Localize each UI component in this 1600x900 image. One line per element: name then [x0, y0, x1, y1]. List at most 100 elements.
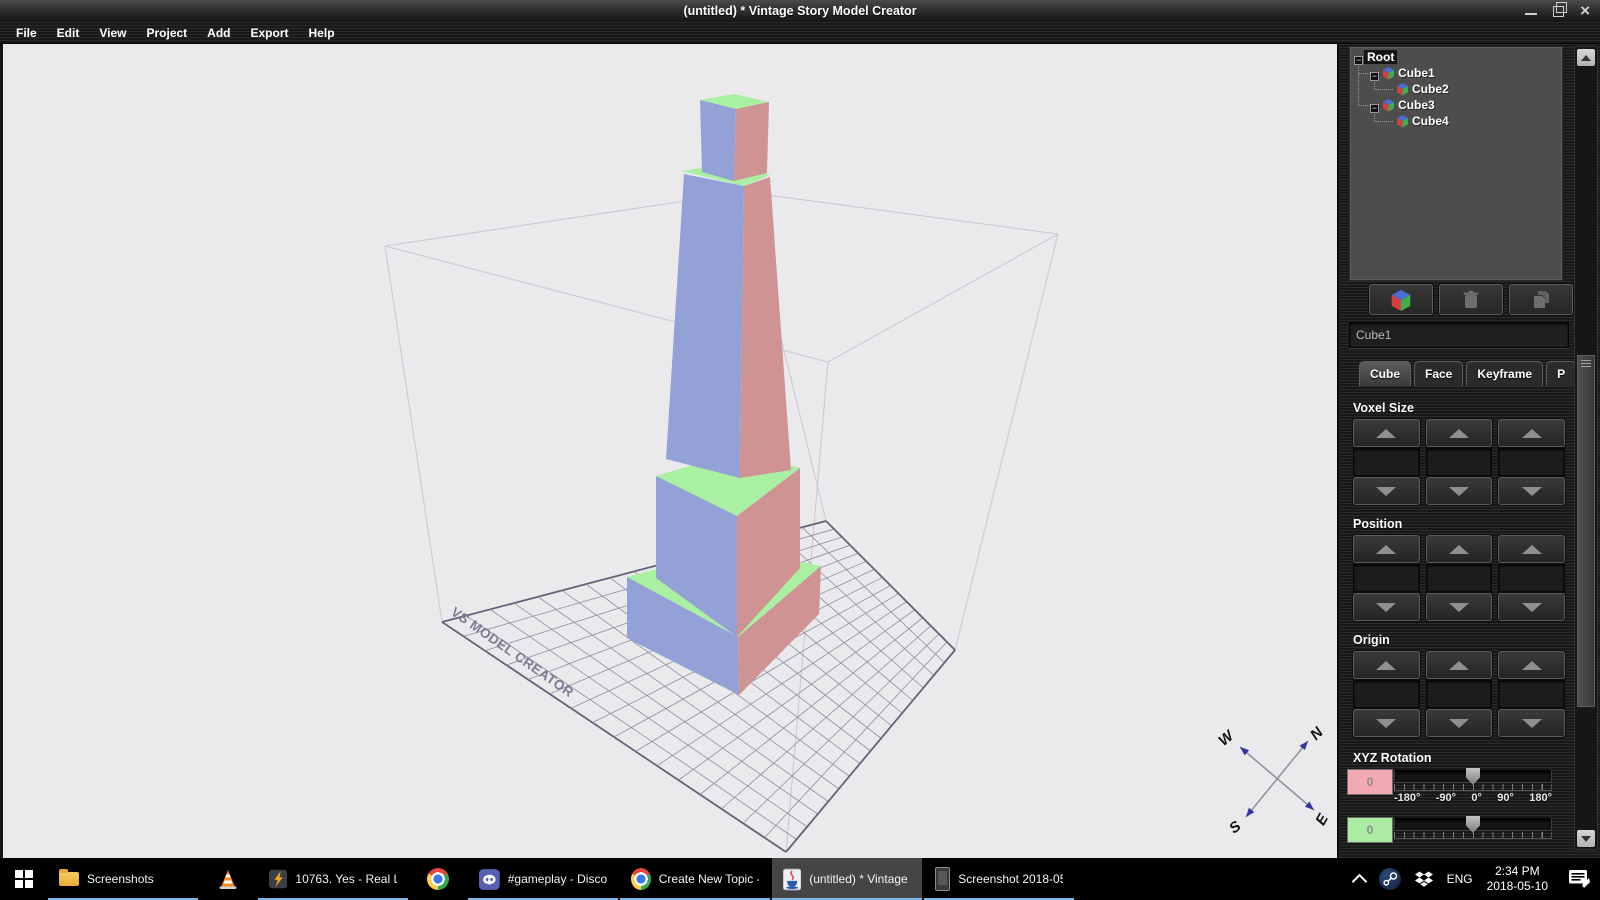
origin-z-down-button[interactable] [1498, 709, 1565, 737]
voxel-x-field[interactable] [1353, 448, 1420, 476]
close-icon: × [1580, 1, 1590, 21]
tab-keyframe[interactable]: Keyframe [1466, 361, 1543, 386]
rotation-x-row: -180° -90° 0° 90° 180° [1339, 769, 1600, 816]
voxel-size-controls [1353, 419, 1565, 505]
winamp-icon [269, 868, 287, 890]
voxel-z-up-button[interactable] [1498, 419, 1565, 447]
scroll-up-button[interactable] [1577, 49, 1595, 66]
menu-view[interactable]: View [89, 22, 136, 44]
tab-cube[interactable]: Cube [1359, 361, 1411, 386]
position-z-up-button[interactable] [1498, 535, 1565, 563]
slider-thumb[interactable] [1466, 768, 1480, 785]
tray-expand-icon[interactable] [1351, 873, 1367, 889]
scroll-down-button[interactable] [1577, 830, 1595, 847]
close-button[interactable]: × [1580, 1, 1590, 21]
delete-button[interactable] [1439, 284, 1503, 315]
tree-item-root[interactable]: Root [1364, 49, 1397, 65]
duplicate-button[interactable] [1509, 284, 1573, 315]
slider-thumb[interactable] [1466, 816, 1480, 833]
element-tree: Root − Cube1 − Cube2 Cube3 − Cube4 [1349, 46, 1563, 281]
position-z-field[interactable] [1498, 564, 1565, 592]
tree-item-cube2[interactable]: Cube2 [1396, 81, 1452, 97]
compass-letter: E [1312, 810, 1332, 828]
panel-scrollbar[interactable] [1574, 46, 1598, 850]
viewport-3d[interactable]: VS MODEL CREATORWNSE [3, 44, 1337, 858]
up-arrow-icon [1581, 55, 1591, 61]
position-x-up-button[interactable] [1353, 535, 1420, 563]
trash-icon [1462, 290, 1480, 310]
tree-connector [1375, 121, 1393, 123]
tree-connector [1375, 89, 1393, 91]
voxel-z-down-button[interactable] [1498, 477, 1565, 505]
voxel-z-field[interactable] [1498, 448, 1565, 476]
origin-y-field[interactable] [1426, 680, 1493, 708]
tree-item-cube4[interactable]: Cube4 [1396, 113, 1452, 129]
dropbox-icon[interactable] [1415, 871, 1433, 888]
tree-item-cube3[interactable]: Cube3 [1382, 97, 1438, 113]
origin-y-down-button[interactable] [1426, 709, 1493, 737]
position-z-down-button[interactable] [1498, 593, 1565, 621]
restore-button[interactable] [1553, 6, 1564, 17]
windows-logo-icon [15, 870, 33, 888]
rotation-x-field[interactable] [1347, 769, 1393, 795]
minimize-button[interactable] [1525, 7, 1537, 15]
position-y-up-button[interactable] [1426, 535, 1493, 563]
rotation-x-slider[interactable]: -180° -90° 0° 90° 180° [1394, 770, 1552, 804]
origin-x-up-button[interactable] [1353, 651, 1420, 679]
down-arrow-icon [1449, 487, 1469, 496]
taskbar-clock[interactable]: 2:34 PM 2018-05-10 [1487, 864, 1548, 894]
tree-expander[interactable]: − [1354, 56, 1363, 65]
taskbar-item-model-creator[interactable]: (untitled) * Vintage ... [772, 858, 922, 900]
origin-z-up-button[interactable] [1498, 651, 1565, 679]
action-center-icon[interactable] [1568, 869, 1590, 889]
start-button[interactable] [0, 858, 48, 900]
rotation-y-slider[interactable] [1394, 818, 1552, 839]
compass-letter: N [1307, 723, 1328, 744]
taskbar-item-winamp[interactable]: 10763. Yes - Real Lo... [258, 858, 408, 900]
voxel-y-up-button[interactable] [1426, 419, 1493, 447]
language-indicator[interactable]: ENG [1447, 872, 1473, 886]
taskbar-item-discord[interactable]: #gameplay - Discord [468, 858, 618, 900]
position-y-down-button[interactable] [1426, 593, 1493, 621]
down-arrow-icon [1376, 487, 1396, 496]
voxel-x-down-button[interactable] [1353, 477, 1420, 505]
slider-track[interactable] [1394, 818, 1552, 831]
position-x-field[interactable] [1353, 564, 1420, 592]
menu-edit[interactable]: Edit [47, 22, 90, 44]
scrollbar-thumb[interactable] [1577, 355, 1595, 707]
menu-project[interactable]: Project [136, 22, 197, 44]
tree-expander[interactable]: − [1370, 104, 1379, 113]
tree-expander[interactable]: − [1370, 72, 1379, 81]
tree-item-cube1[interactable]: Cube1 [1382, 65, 1438, 81]
cube-icon [1396, 114, 1409, 128]
voxel-y-down-button[interactable] [1426, 477, 1493, 505]
position-x-down-button[interactable] [1353, 593, 1420, 621]
voxel-x-up-button[interactable] [1353, 419, 1420, 447]
taskbar-item-vlc[interactable] [200, 858, 256, 900]
menu-bar: File Edit View Project Add Export Help [0, 22, 1600, 44]
origin-x-field[interactable] [1353, 680, 1420, 708]
add-cube-button[interactable] [1369, 284, 1433, 315]
up-arrow-icon [1449, 545, 1469, 554]
slider-scale: -180° -90° 0° 90° 180° [1394, 792, 1552, 804]
position-y-field[interactable] [1426, 564, 1493, 592]
origin-y-up-button[interactable] [1426, 651, 1493, 679]
taskbar-item-chrome-topic[interactable]: Create New Topic -... [620, 858, 770, 900]
taskbar-item-screenshot-viewer[interactable]: Screenshot 2018-05... [924, 858, 1074, 900]
element-name-field[interactable] [1349, 322, 1569, 348]
steam-icon[interactable] [1379, 868, 1401, 890]
rotation-y-field[interactable] [1347, 817, 1393, 843]
menu-export[interactable]: Export [241, 22, 299, 44]
taskbar-item-screenshots[interactable]: Screenshots [48, 858, 198, 900]
menu-file[interactable]: File [6, 22, 47, 44]
rotation-y-row [1339, 817, 1600, 858]
menu-add[interactable]: Add [197, 22, 240, 44]
taskbar-item-chrome[interactable] [410, 858, 466, 900]
tab-p[interactable]: P [1546, 361, 1576, 386]
voxel-y-field[interactable] [1426, 448, 1493, 476]
origin-z-field[interactable] [1498, 680, 1565, 708]
menu-help[interactable]: Help [299, 22, 345, 44]
tab-face[interactable]: Face [1414, 361, 1463, 386]
origin-x-down-button[interactable] [1353, 709, 1420, 737]
slider-track[interactable] [1394, 770, 1552, 783]
